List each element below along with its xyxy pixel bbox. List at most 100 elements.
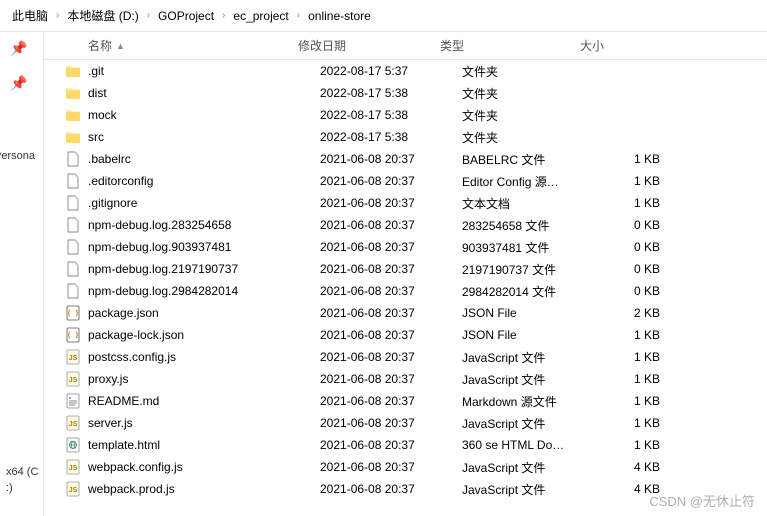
file-name: proxy.js: [84, 372, 320, 386]
column-header-name[interactable]: 名称 ▲: [62, 37, 298, 54]
file-date: 2021-06-08 20:37: [320, 240, 462, 254]
file-date: 2022-08-17 5:37: [320, 64, 462, 78]
file-icon: [62, 283, 84, 299]
file-size: 1 KB: [602, 372, 672, 386]
file-name: .babelrc: [84, 152, 320, 166]
file-name: .git: [84, 64, 320, 78]
file-size: 0 KB: [602, 240, 672, 254]
file-size: 1 KB: [602, 416, 672, 430]
file-row[interactable]: JSwebpack.config.js2021-06-08 20:37JavaS…: [44, 456, 767, 478]
file-name: server.js: [84, 416, 320, 430]
file-type: 2197190737 文件: [462, 261, 602, 278]
chevron-right-icon: ›: [54, 10, 61, 21]
sidebar-drive-2[interactable]: :): [6, 482, 13, 494]
file-size: 2 KB: [602, 306, 672, 320]
file-icon: [62, 173, 84, 189]
pin-icon: 📌: [10, 40, 43, 57]
file-date: 2021-06-08 20:37: [320, 438, 462, 452]
chevron-right-icon: ›: [220, 10, 227, 21]
file-date: 2022-08-17 5:38: [320, 108, 462, 122]
file-icon: [62, 261, 84, 277]
sidebar-drive-1[interactable]: x64 (C: [6, 466, 38, 478]
file-name: webpack.config.js: [84, 460, 320, 474]
file-list: .git2022-08-17 5:37文件夹dist2022-08-17 5:3…: [44, 60, 767, 500]
html-icon: [62, 437, 84, 453]
file-row[interactable]: npm-debug.log.9039374812021-06-08 20:379…: [44, 236, 767, 258]
file-name: package-lock.json: [84, 328, 320, 342]
file-row[interactable]: npm-debug.log.21971907372021-06-08 20:37…: [44, 258, 767, 280]
breadcrumb[interactable]: 此电脑›本地磁盘 (D:)›GOProject›ec_project›onlin…: [0, 0, 767, 32]
file-name: postcss.config.js: [84, 350, 320, 364]
file-size: 1 KB: [602, 174, 672, 188]
js-icon: JS: [62, 371, 84, 387]
json-icon: [62, 327, 84, 343]
column-header-row[interactable]: 名称 ▲ 修改日期 类型 大小: [44, 32, 767, 60]
file-date: 2021-06-08 20:37: [320, 372, 462, 386]
file-date: 2022-08-17 5:38: [320, 86, 462, 100]
pin-icon: 📌: [10, 75, 43, 92]
file-date: 2021-06-08 20:37: [320, 394, 462, 408]
file-row[interactable]: npm-debug.log.29842820142021-06-08 20:37…: [44, 280, 767, 302]
file-date: 2021-06-08 20:37: [320, 218, 462, 232]
file-name: npm-debug.log.903937481: [84, 240, 320, 254]
file-size: 1 KB: [602, 152, 672, 166]
file-row[interactable]: JSpostcss.config.js2021-06-08 20:37JavaS…: [44, 346, 767, 368]
file-size: 0 KB: [602, 218, 672, 232]
file-row[interactable]: .gitignore2021-06-08 20:37文本文档1 KB: [44, 192, 767, 214]
svg-text:JS: JS: [69, 421, 78, 428]
file-type: 文件夹: [462, 85, 602, 102]
file-name: npm-debug.log.2984282014: [84, 284, 320, 298]
json-icon: [62, 305, 84, 321]
breadcrumb-item[interactable]: 此电脑: [6, 7, 54, 24]
file-type: JavaScript 文件: [462, 415, 602, 432]
file-row[interactable]: .editorconfig2021-06-08 20:37Editor Conf…: [44, 170, 767, 192]
file-size: 1 KB: [602, 394, 672, 408]
breadcrumb-item[interactable]: online-store: [302, 9, 377, 23]
file-name: .editorconfig: [84, 174, 320, 188]
file-name: webpack.prod.js: [84, 482, 320, 496]
file-icon: [62, 217, 84, 233]
js-icon: JS: [62, 415, 84, 431]
chevron-right-icon: ›: [295, 10, 302, 21]
breadcrumb-item[interactable]: ec_project: [227, 9, 294, 23]
breadcrumb-item[interactable]: 本地磁盘 (D:): [61, 7, 144, 24]
file-row[interactable]: .git2022-08-17 5:37文件夹: [44, 60, 767, 82]
file-row[interactable]: package.json2021-06-08 20:37JSON File2 K…: [44, 302, 767, 324]
folder-icon: [62, 107, 84, 123]
file-date: 2022-08-17 5:38: [320, 130, 462, 144]
column-header-size[interactable]: 大小: [580, 37, 650, 54]
file-type: Editor Config 源…: [462, 173, 602, 190]
file-list-pane: 名称 ▲ 修改日期 类型 大小 .git2022-08-17 5:37文件夹di…: [44, 32, 767, 516]
breadcrumb-item[interactable]: GOProject: [152, 9, 220, 23]
sidebar-persona: Persona: [0, 150, 35, 162]
file-row[interactable]: src2022-08-17 5:38文件夹: [44, 126, 767, 148]
file-type: 文件夹: [462, 63, 602, 80]
file-row[interactable]: template.html2021-06-08 20:37360 se HTML…: [44, 434, 767, 456]
file-date: 2021-06-08 20:37: [320, 460, 462, 474]
file-size: 1 KB: [602, 196, 672, 210]
file-row[interactable]: README.md2021-06-08 20:37Markdown 源文件1 K…: [44, 390, 767, 412]
file-row[interactable]: mock2022-08-17 5:38文件夹: [44, 104, 767, 126]
file-row[interactable]: JSproxy.js2021-06-08 20:37JavaScript 文件1…: [44, 368, 767, 390]
file-row[interactable]: .babelrc2021-06-08 20:37BABELRC 文件1 KB: [44, 148, 767, 170]
file-row[interactable]: dist2022-08-17 5:38文件夹: [44, 82, 767, 104]
file-size: 0 KB: [602, 262, 672, 276]
sidebar: 📌 📌 Persona x64 (C :): [0, 32, 44, 516]
file-type: JSON File: [462, 328, 602, 342]
file-date: 2021-06-08 20:37: [320, 416, 462, 430]
watermark: CSDN @无休止符: [649, 491, 755, 510]
file-row[interactable]: npm-debug.log.2832546582021-06-08 20:372…: [44, 214, 767, 236]
file-row[interactable]: package-lock.json2021-06-08 20:37JSON Fi…: [44, 324, 767, 346]
file-type: Markdown 源文件: [462, 393, 602, 410]
file-size: 1 KB: [602, 438, 672, 452]
column-header-type[interactable]: 类型: [440, 37, 580, 54]
file-name: package.json: [84, 306, 320, 320]
js-icon: JS: [62, 481, 84, 497]
file-size: 1 KB: [602, 328, 672, 342]
column-header-date[interactable]: 修改日期: [298, 37, 440, 54]
file-row[interactable]: JS server.js2021-06-08 20:37JavaScript 文件…: [44, 412, 767, 434]
file-type: JavaScript 文件: [462, 371, 602, 388]
file-name: src: [84, 130, 320, 144]
file-icon: [62, 151, 84, 167]
svg-text:JS: JS: [69, 355, 78, 362]
